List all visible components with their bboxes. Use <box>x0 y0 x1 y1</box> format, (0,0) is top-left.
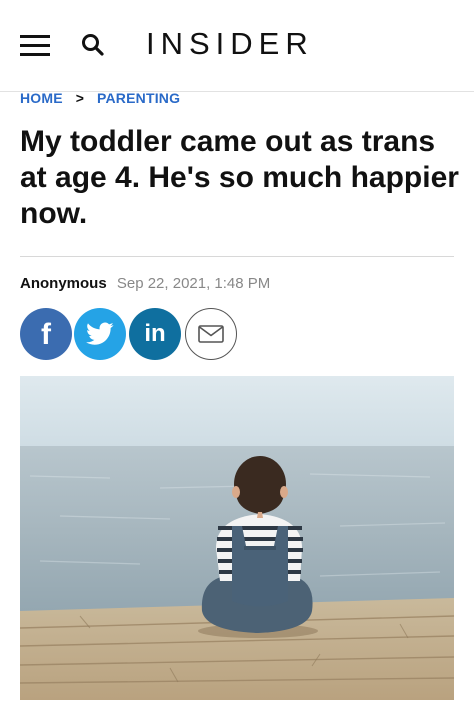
breadcrumb-separator: > <box>75 90 85 106</box>
breadcrumb: HOME > PARENTING <box>20 90 180 106</box>
facebook-share-button[interactable]: f <box>20 308 72 360</box>
twitter-icon <box>86 322 114 345</box>
linkedin-share-button[interactable]: in <box>129 308 181 360</box>
divider <box>20 256 454 257</box>
article-hero-image <box>20 376 454 700</box>
article-title: My toddler came out as trans at age 4. H… <box>20 125 459 230</box>
email-share-button[interactable] <box>185 308 237 360</box>
facebook-icon: f <box>41 318 51 351</box>
publish-date: Sep 22, 2021, 1:48 PM <box>116 275 271 292</box>
search-icon[interactable] <box>80 32 106 58</box>
linkedin-icon: in <box>144 320 166 347</box>
site-header: INSIDER <box>0 0 474 92</box>
author-name[interactable]: Anonymous <box>20 275 107 292</box>
email-icon <box>198 325 224 343</box>
breadcrumb-parenting-link[interactable]: PARENTING <box>97 90 180 106</box>
insider-logo[interactable]: INSIDER <box>146 26 314 62</box>
hamburger-menu-icon[interactable] <box>20 35 50 57</box>
twitter-share-button[interactable] <box>74 308 126 360</box>
breadcrumb-home-link[interactable]: HOME <box>20 90 63 106</box>
byline: Anonymous Sep 22, 2021, 1:48 PM <box>20 275 270 292</box>
